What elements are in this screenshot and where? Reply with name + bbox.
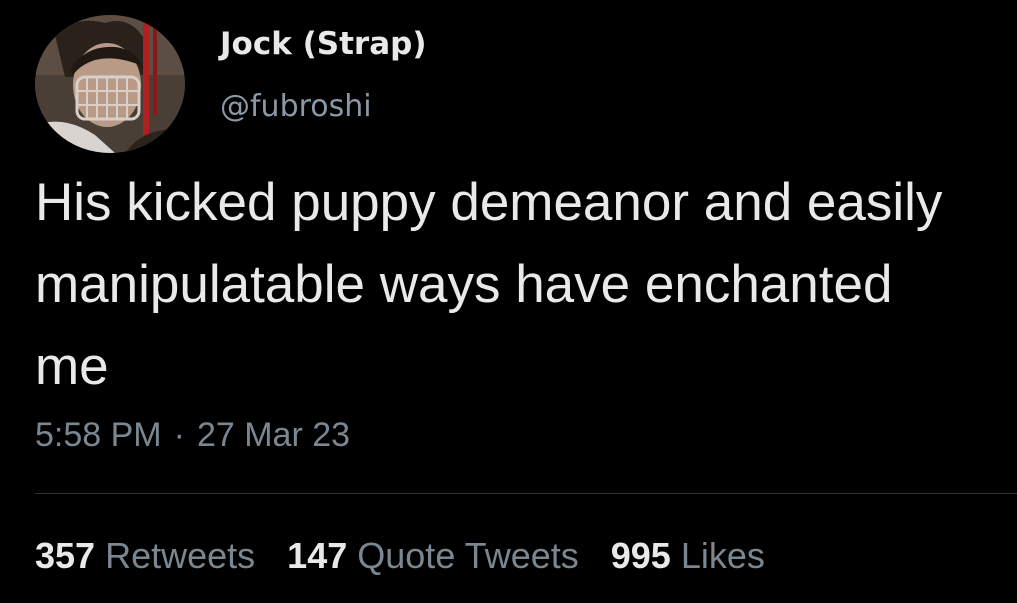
likes-label: Likes: [680, 535, 765, 576]
likes-count: 995: [610, 535, 671, 576]
meta-separator: ·: [173, 416, 185, 454]
profile-avatar[interactable]: [35, 15, 185, 153]
divider: [35, 493, 1017, 494]
likes-stat[interactable]: 995 Likes: [611, 534, 765, 578]
tweet-card: Jock (Strap) @fubroshi His kicked puppy …: [0, 0, 1017, 603]
author-display-name[interactable]: Jock (Strap): [220, 24, 427, 64]
quote-tweets-label: Quote Tweets: [357, 535, 579, 576]
tweet-text: His kicked puppy demeanor and easily man…: [35, 173, 943, 396]
engagement-stats: 357 Retweets 147 Quote Tweets 995 Likes: [35, 534, 797, 578]
tweet-date: 27 Mar 23: [196, 416, 351, 454]
retweets-stat[interactable]: 357 Retweets: [35, 534, 255, 578]
retweets-count: 357: [35, 535, 96, 576]
retweets-label: Retweets: [105, 535, 256, 576]
author-handle[interactable]: @fubroshi: [220, 87, 372, 127]
avatar-illustration-icon: [35, 15, 185, 153]
tweet-time: 5:58 PM: [35, 416, 162, 454]
tweet-timestamp[interactable]: 5:58 PM · 27 Mar 23: [35, 414, 350, 456]
quote-tweets-stat[interactable]: 147 Quote Tweets: [287, 534, 579, 578]
quote-tweets-count: 147: [287, 535, 348, 576]
